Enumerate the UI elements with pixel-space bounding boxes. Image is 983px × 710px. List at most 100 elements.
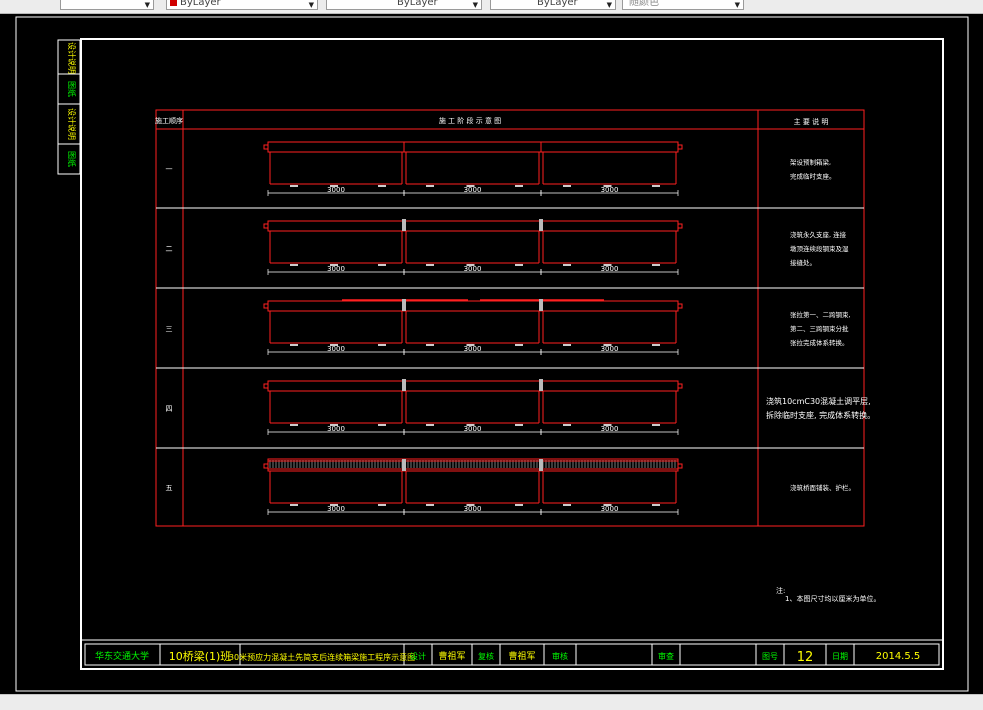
bearing-mark — [563, 264, 571, 266]
span-dimension-label: 3000 — [464, 345, 482, 353]
side-tab-2[interactable]: 图纸 — [67, 81, 77, 97]
color-dropdown[interactable]: ByLayer ▼ — [166, 0, 318, 10]
note-title: 注: — [776, 586, 785, 595]
end-stub — [677, 303, 683, 309]
header-stage: 施 工 阶 段 示 意 图 — [439, 116, 501, 125]
span-dimension-label: 3000 — [601, 265, 619, 273]
wet-joint-mark — [402, 379, 406, 391]
row-note-line: 浇筑桥面铺装、护栏。 — [790, 483, 855, 492]
bearing-mark — [426, 264, 434, 266]
end-stub — [263, 383, 269, 389]
end-stub — [263, 223, 269, 229]
wet-joint-mark — [539, 379, 543, 391]
span-dimension-label: 3000 — [327, 505, 345, 513]
bearing-mark — [378, 424, 386, 426]
design-label: 设计 — [410, 651, 426, 661]
end-stub — [677, 223, 683, 229]
bearing-mark — [563, 185, 571, 187]
wet-joint-mark — [539, 219, 543, 231]
bearing-mark — [515, 185, 523, 187]
span-dimension-label: 3000 — [464, 186, 482, 194]
bearing-mark — [378, 185, 386, 187]
end-stub — [263, 463, 269, 469]
bearing-mark — [290, 185, 298, 187]
bearing-mark — [290, 504, 298, 506]
linetype-dropdown[interactable]: ByLayer ▼ — [326, 0, 482, 10]
side-tab-1[interactable]: 设计说明 — [67, 42, 77, 74]
span-dimension-label: 3000 — [601, 425, 619, 433]
chevron-down-icon: ▼ — [606, 1, 612, 9]
wet-joint-mark — [402, 459, 406, 471]
row-note-line: 浇筑永久支座, 连接 — [790, 230, 847, 239]
span-dimension-label: 3000 — [464, 505, 482, 513]
span-dimension-label: 3000 — [327, 265, 345, 273]
span-dimension-label: 3000 — [601, 345, 619, 353]
date-label: 日期 — [832, 652, 848, 661]
bearing-mark — [563, 344, 571, 346]
reviewer-name: 曹祖军 — [508, 650, 535, 662]
row-seq-label: 四 — [166, 405, 173, 413]
bearing-mark — [426, 424, 434, 426]
bearing-mark — [652, 504, 660, 506]
sheet-label: 图号 — [762, 652, 778, 661]
girder-deck — [403, 141, 542, 153]
span-dimension-label: 3000 — [327, 425, 345, 433]
row-note-line: 架设预制箱梁, — [790, 158, 831, 167]
bearing-mark — [378, 504, 386, 506]
girder-deck — [267, 141, 405, 153]
row-seq-label: 二 — [166, 245, 173, 253]
plotstyle-dropdown[interactable]: 随颜色 ▼ — [622, 0, 744, 10]
approve-label: 审查 — [658, 651, 674, 661]
wet-joint-mark — [539, 299, 543, 311]
bearing-mark — [563, 424, 571, 426]
status-bar — [0, 694, 983, 710]
span-dimension-label: 3000 — [464, 425, 482, 433]
row-note-line: 张拉第一、二跨钢束, — [790, 310, 851, 319]
properties-toolbar: ▼ ByLayer ▼ ByLayer ▼ ByLayer ▼ 随颜色 ▼ — [0, 0, 983, 14]
title-block: 华东交通大学 10桥梁(1)班 30米预应力混凝土先简支后连续箱梁施工程序示意图… — [80, 639, 944, 670]
row-note-line: 拆除临时支座, 完成体系转换。 — [766, 410, 875, 420]
span-dimension-label: 3000 — [327, 345, 345, 353]
sheet-number: 12 — [797, 650, 814, 665]
span-dimension-label: 3000 — [601, 505, 619, 513]
color-swatch-icon — [170, 0, 177, 6]
lineweight-dropdown[interactable]: ByLayer ▼ — [490, 0, 616, 10]
girder-deck — [540, 380, 679, 392]
span-dimension-label: 3000 — [327, 186, 345, 194]
check-label: 审核 — [552, 651, 568, 661]
chevron-down-icon: ▼ — [144, 1, 150, 9]
span-dimension-label: 3000 — [601, 186, 619, 194]
chevron-down-icon: ▼ — [308, 1, 314, 9]
bearing-mark — [426, 185, 434, 187]
color-value: ByLayer — [180, 0, 221, 8]
wet-joint-mark — [539, 459, 543, 471]
plotstyle-value: 随颜色 — [629, 0, 659, 8]
chevron-down-icon: ▼ — [472, 1, 478, 9]
chevron-down-icon: ▼ — [734, 1, 740, 9]
table-rows: 一 架设预制箱梁, 完成临时支座。 3000 3000 3000 二 浇筑永久支座, 连接墩顶… — [166, 141, 875, 515]
girder-deck — [267, 380, 405, 392]
wet-joint-mark — [402, 299, 406, 311]
review-label: 复核 — [478, 651, 494, 661]
girder-deck — [403, 220, 542, 232]
end-stub — [677, 144, 683, 150]
layer-tools[interactable]: ▼ — [60, 0, 154, 10]
side-tab-4[interactable]: 图纸 — [67, 151, 77, 167]
girder-deck — [403, 300, 542, 312]
row-note-line: 完成临时支座。 — [790, 172, 836, 181]
bearing-mark — [290, 344, 298, 346]
row-seq-label: 五 — [166, 484, 173, 492]
bearing-mark — [290, 424, 298, 426]
bearing-mark — [563, 504, 571, 506]
girder-deck — [540, 300, 679, 312]
span-dimension-label: 3000 — [464, 265, 482, 273]
side-tab-3[interactable]: 设计说明 — [67, 108, 77, 140]
row-note-line: 浇筑10cmC30混凝土调平层, — [766, 396, 871, 406]
bearing-mark — [515, 264, 523, 266]
drawing-canvas[interactable]: 设计说明 图纸 设计说明 图纸 施工顺序 施 工 阶 段 示 意 图 主 要 说… — [0, 14, 983, 694]
bearing-mark — [652, 185, 660, 187]
header-seq: 施工顺序 — [155, 116, 183, 125]
end-stub — [263, 144, 269, 150]
side-tabs: 设计说明 图纸 设计说明 图纸 — [57, 39, 81, 175]
end-stub — [677, 463, 683, 469]
